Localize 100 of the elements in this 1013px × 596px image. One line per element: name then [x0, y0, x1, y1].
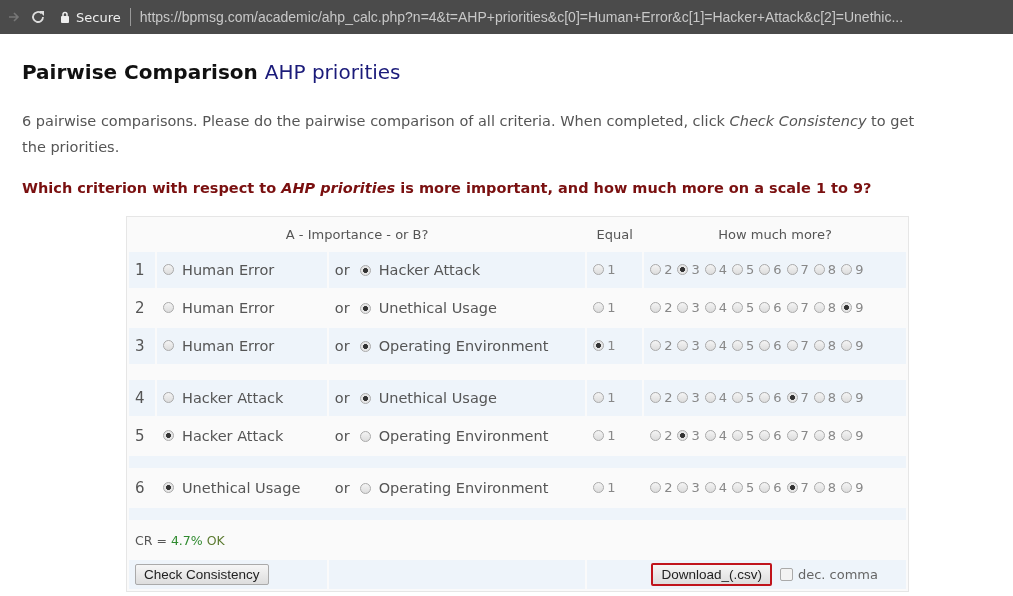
radio-button[interactable]: [732, 264, 743, 275]
radio-button[interactable]: [813, 392, 825, 403]
radio-button[interactable]: [677, 302, 689, 313]
row-number: 1: [135, 261, 145, 279]
scale-number: 4: [718, 338, 727, 353]
radio-button[interactable]: [704, 392, 716, 403]
radio-button[interactable]: [813, 482, 825, 493]
radio-button[interactable]: [732, 430, 743, 441]
radio-button[interactable]: [359, 392, 371, 404]
criterion-label: Hacker Attack: [378, 262, 481, 278]
radio-button[interactable]: [163, 392, 174, 404]
scale-number: 3: [691, 390, 700, 405]
radio-button[interactable]: [163, 482, 174, 494]
radio-button[interactable]: [786, 392, 798, 403]
reload-icon[interactable]: [30, 9, 46, 25]
radio-button[interactable]: [650, 392, 662, 403]
radio-button[interactable]: [359, 302, 371, 314]
criterion-label: Human Error: [182, 299, 275, 316]
radio-button[interactable]: [163, 430, 174, 442]
radio-button[interactable]: [704, 430, 716, 441]
scale-number: 4: [718, 300, 727, 315]
download-button[interactable]: Download_(.csv): [651, 563, 772, 586]
radio-button[interactable]: [704, 340, 716, 351]
radio-button[interactable]: [650, 340, 662, 351]
radio-button[interactable]: [786, 482, 798, 493]
scale-number: 5: [746, 428, 755, 443]
radio-button[interactable]: [759, 264, 771, 275]
radio-button[interactable]: [593, 302, 605, 313]
scale-number: 1: [607, 480, 616, 495]
radio-button[interactable]: [704, 264, 716, 275]
or-label: or: [334, 262, 350, 278]
radio-button[interactable]: [759, 482, 771, 493]
scale-number: 2: [664, 338, 673, 353]
radio-button[interactable]: [650, 482, 662, 493]
radio-button[interactable]: [841, 430, 853, 441]
scale-number: 7: [800, 390, 809, 405]
scale-number: 7: [800, 480, 809, 495]
forward-icon[interactable]: [8, 11, 20, 23]
radio-button[interactable]: [732, 482, 743, 493]
radio-button[interactable]: [759, 302, 771, 313]
radio-button[interactable]: [650, 264, 662, 275]
scale-number: 3: [691, 262, 700, 277]
radio-button[interactable]: [359, 340, 371, 352]
radio-button[interactable]: [650, 302, 662, 313]
radio-button[interactable]: [163, 340, 174, 352]
radio-button[interactable]: [704, 482, 716, 493]
criterion-label: Operating Environment: [378, 338, 549, 354]
scale-number: 3: [691, 338, 700, 353]
radio-button[interactable]: [841, 302, 853, 313]
radio-button[interactable]: [704, 302, 716, 313]
radio-button[interactable]: [813, 430, 825, 441]
scale-number: 5: [746, 338, 755, 353]
radio-button[interactable]: [593, 482, 605, 493]
radio-button[interactable]: [841, 264, 853, 275]
criterion-label: Operating Environment: [378, 428, 549, 444]
row-number: 3: [135, 337, 145, 355]
radio-button[interactable]: [759, 340, 771, 351]
radio-button[interactable]: [813, 264, 825, 275]
radio-button[interactable]: [650, 430, 662, 441]
radio-button[interactable]: [841, 482, 853, 493]
radio-button[interactable]: [593, 340, 605, 351]
radio-button[interactable]: [677, 392, 689, 403]
lock-icon[interactable]: [60, 11, 70, 23]
scale-number: 4: [718, 262, 727, 277]
radio-button[interactable]: [593, 392, 605, 403]
radio-button[interactable]: [759, 430, 771, 441]
radio-button[interactable]: [759, 392, 771, 403]
radio-button[interactable]: [677, 430, 689, 441]
radio-button[interactable]: [593, 264, 605, 275]
radio-button[interactable]: [163, 302, 174, 314]
radio-button[interactable]: [677, 264, 689, 275]
radio-button[interactable]: [841, 392, 853, 403]
radio-button[interactable]: [813, 302, 825, 313]
radio-button[interactable]: [786, 302, 798, 313]
radio-button[interactable]: [732, 340, 743, 351]
scale-number: 6: [773, 390, 782, 405]
scale-number: 1: [607, 428, 616, 443]
checkbox[interactable]: [779, 568, 793, 581]
or-label: or: [334, 428, 350, 444]
scale-number: 4: [718, 480, 727, 495]
radio-button[interactable]: [786, 430, 798, 441]
row-number: 5: [135, 427, 145, 445]
radio-button[interactable]: [359, 264, 371, 276]
scale-number: 6: [773, 480, 782, 495]
radio-button[interactable]: [359, 430, 371, 442]
scale-number: 3: [691, 300, 700, 315]
radio-button[interactable]: [786, 340, 798, 351]
radio-button[interactable]: [732, 392, 743, 403]
check-consistency-button[interactable]: Check Consistency: [135, 564, 269, 585]
radio-button[interactable]: [841, 340, 853, 351]
radio-button[interactable]: [813, 340, 825, 351]
radio-button[interactable]: [163, 264, 174, 276]
radio-button[interactable]: [593, 430, 605, 441]
radio-button[interactable]: [677, 340, 689, 351]
scale-number: 1: [607, 300, 616, 315]
radio-button[interactable]: [786, 264, 798, 275]
radio-button[interactable]: [359, 482, 371, 494]
radio-button[interactable]: [677, 482, 689, 493]
scale-number: 2: [664, 300, 673, 315]
radio-button[interactable]: [732, 302, 743, 313]
